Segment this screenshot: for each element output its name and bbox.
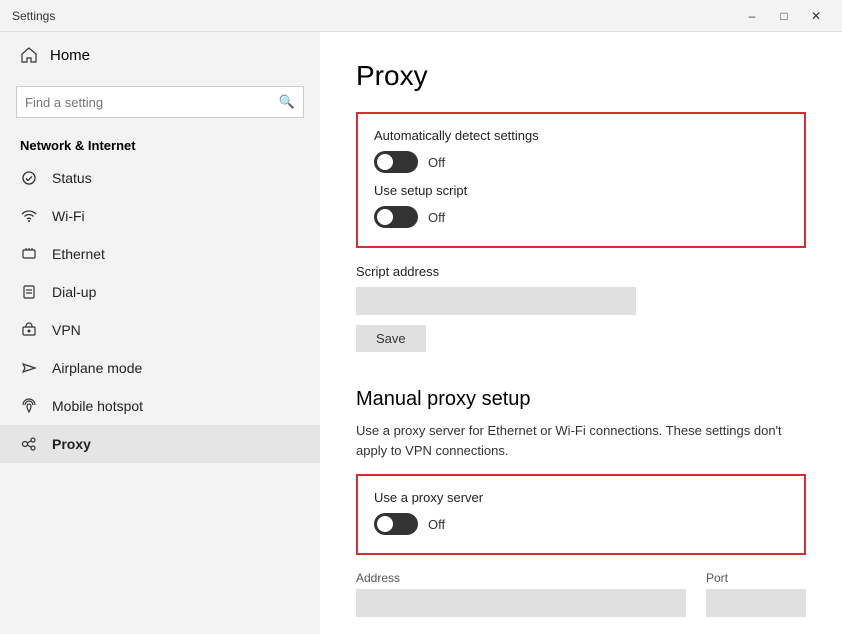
address-label: Address bbox=[356, 571, 686, 585]
home-label: Home bbox=[50, 47, 90, 64]
home-icon bbox=[20, 46, 38, 64]
sidebar-item-home[interactable]: Home bbox=[0, 32, 320, 78]
auto-detect-label: Automatically detect settings bbox=[374, 128, 788, 143]
sidebar-item-ethernet[interactable]: Ethernet bbox=[0, 235, 320, 273]
use-proxy-toggle[interactable] bbox=[374, 513, 418, 535]
vpn-label: VPN bbox=[52, 322, 81, 338]
sidebar-item-status[interactable]: Status bbox=[0, 159, 320, 197]
airplane-icon bbox=[20, 359, 38, 377]
script-address-label: Script address bbox=[356, 264, 806, 279]
sidebar-item-airplane[interactable]: Airplane mode bbox=[0, 349, 320, 387]
setup-script-label: Use setup script bbox=[374, 183, 788, 198]
address-port-row: Address Port bbox=[356, 571, 806, 617]
wifi-label: Wi-Fi bbox=[52, 208, 85, 224]
address-group: Address bbox=[356, 571, 686, 617]
manual-section-title: Manual proxy setup bbox=[356, 388, 806, 411]
script-address-input[interactable] bbox=[356, 287, 636, 315]
wifi-icon bbox=[20, 207, 38, 225]
sidebar-item-proxy[interactable]: Proxy bbox=[0, 425, 320, 463]
sidebar: Home 🔍 Network & Internet Status bbox=[0, 32, 320, 634]
window-controls: – □ ✕ bbox=[738, 6, 830, 26]
ethernet-label: Ethernet bbox=[52, 246, 105, 262]
setup-script-state: Off bbox=[428, 210, 445, 225]
status-label: Status bbox=[52, 170, 92, 186]
port-label: Port bbox=[706, 571, 806, 585]
port-group: Port bbox=[706, 571, 806, 617]
setup-script-toggle-row: Off bbox=[374, 206, 788, 228]
use-proxy-section: Use a proxy server Off bbox=[356, 474, 806, 555]
sidebar-item-hotspot[interactable]: Mobile hotspot bbox=[0, 387, 320, 425]
ethernet-icon bbox=[20, 245, 38, 263]
minimize-button[interactable]: – bbox=[738, 6, 766, 26]
app-body: Home 🔍 Network & Internet Status bbox=[0, 32, 842, 634]
address-input[interactable] bbox=[356, 589, 686, 617]
sidebar-item-vpn[interactable]: VPN bbox=[0, 311, 320, 349]
auto-detect-state: Off bbox=[428, 155, 445, 170]
use-proxy-state: Off bbox=[428, 517, 445, 532]
sidebar-item-dialup[interactable]: Dial-up bbox=[0, 273, 320, 311]
airplane-label: Airplane mode bbox=[52, 360, 142, 376]
app-title: Settings bbox=[12, 9, 55, 23]
dialup-label: Dial-up bbox=[52, 284, 96, 300]
proxy-icon bbox=[20, 435, 38, 453]
auto-detect-toggle-row: Off bbox=[374, 151, 788, 173]
maximize-button[interactable]: □ bbox=[770, 6, 798, 26]
hotspot-icon bbox=[20, 397, 38, 415]
dialup-icon bbox=[20, 283, 38, 301]
save-button[interactable]: Save bbox=[356, 325, 426, 352]
setup-script-toggle[interactable] bbox=[374, 206, 418, 228]
manual-section-desc: Use a proxy server for Ethernet or Wi-Fi… bbox=[356, 421, 806, 460]
vpn-icon bbox=[20, 321, 38, 339]
sidebar-section-label: Network & Internet bbox=[0, 130, 320, 159]
use-proxy-toggle-row: Off bbox=[374, 513, 788, 535]
port-input[interactable] bbox=[706, 589, 806, 617]
auto-detect-toggle[interactable] bbox=[374, 151, 418, 173]
page-title: Proxy bbox=[356, 60, 806, 92]
search-box[interactable]: 🔍 bbox=[16, 86, 304, 118]
proxy-label: Proxy bbox=[52, 436, 91, 452]
automatic-proxy-section: Automatically detect settings Off Use se… bbox=[356, 112, 806, 248]
main-content: Proxy Automatically detect settings Off … bbox=[320, 32, 842, 634]
close-button[interactable]: ✕ bbox=[802, 6, 830, 26]
search-icon: 🔍 bbox=[279, 94, 295, 110]
search-input[interactable] bbox=[25, 95, 279, 110]
status-icon bbox=[20, 169, 38, 187]
title-bar: Settings – □ ✕ bbox=[0, 0, 842, 32]
use-proxy-label: Use a proxy server bbox=[374, 490, 788, 505]
hotspot-label: Mobile hotspot bbox=[52, 398, 143, 414]
script-address-section: Script address Save bbox=[356, 264, 806, 372]
sidebar-item-wifi[interactable]: Wi-Fi bbox=[0, 197, 320, 235]
